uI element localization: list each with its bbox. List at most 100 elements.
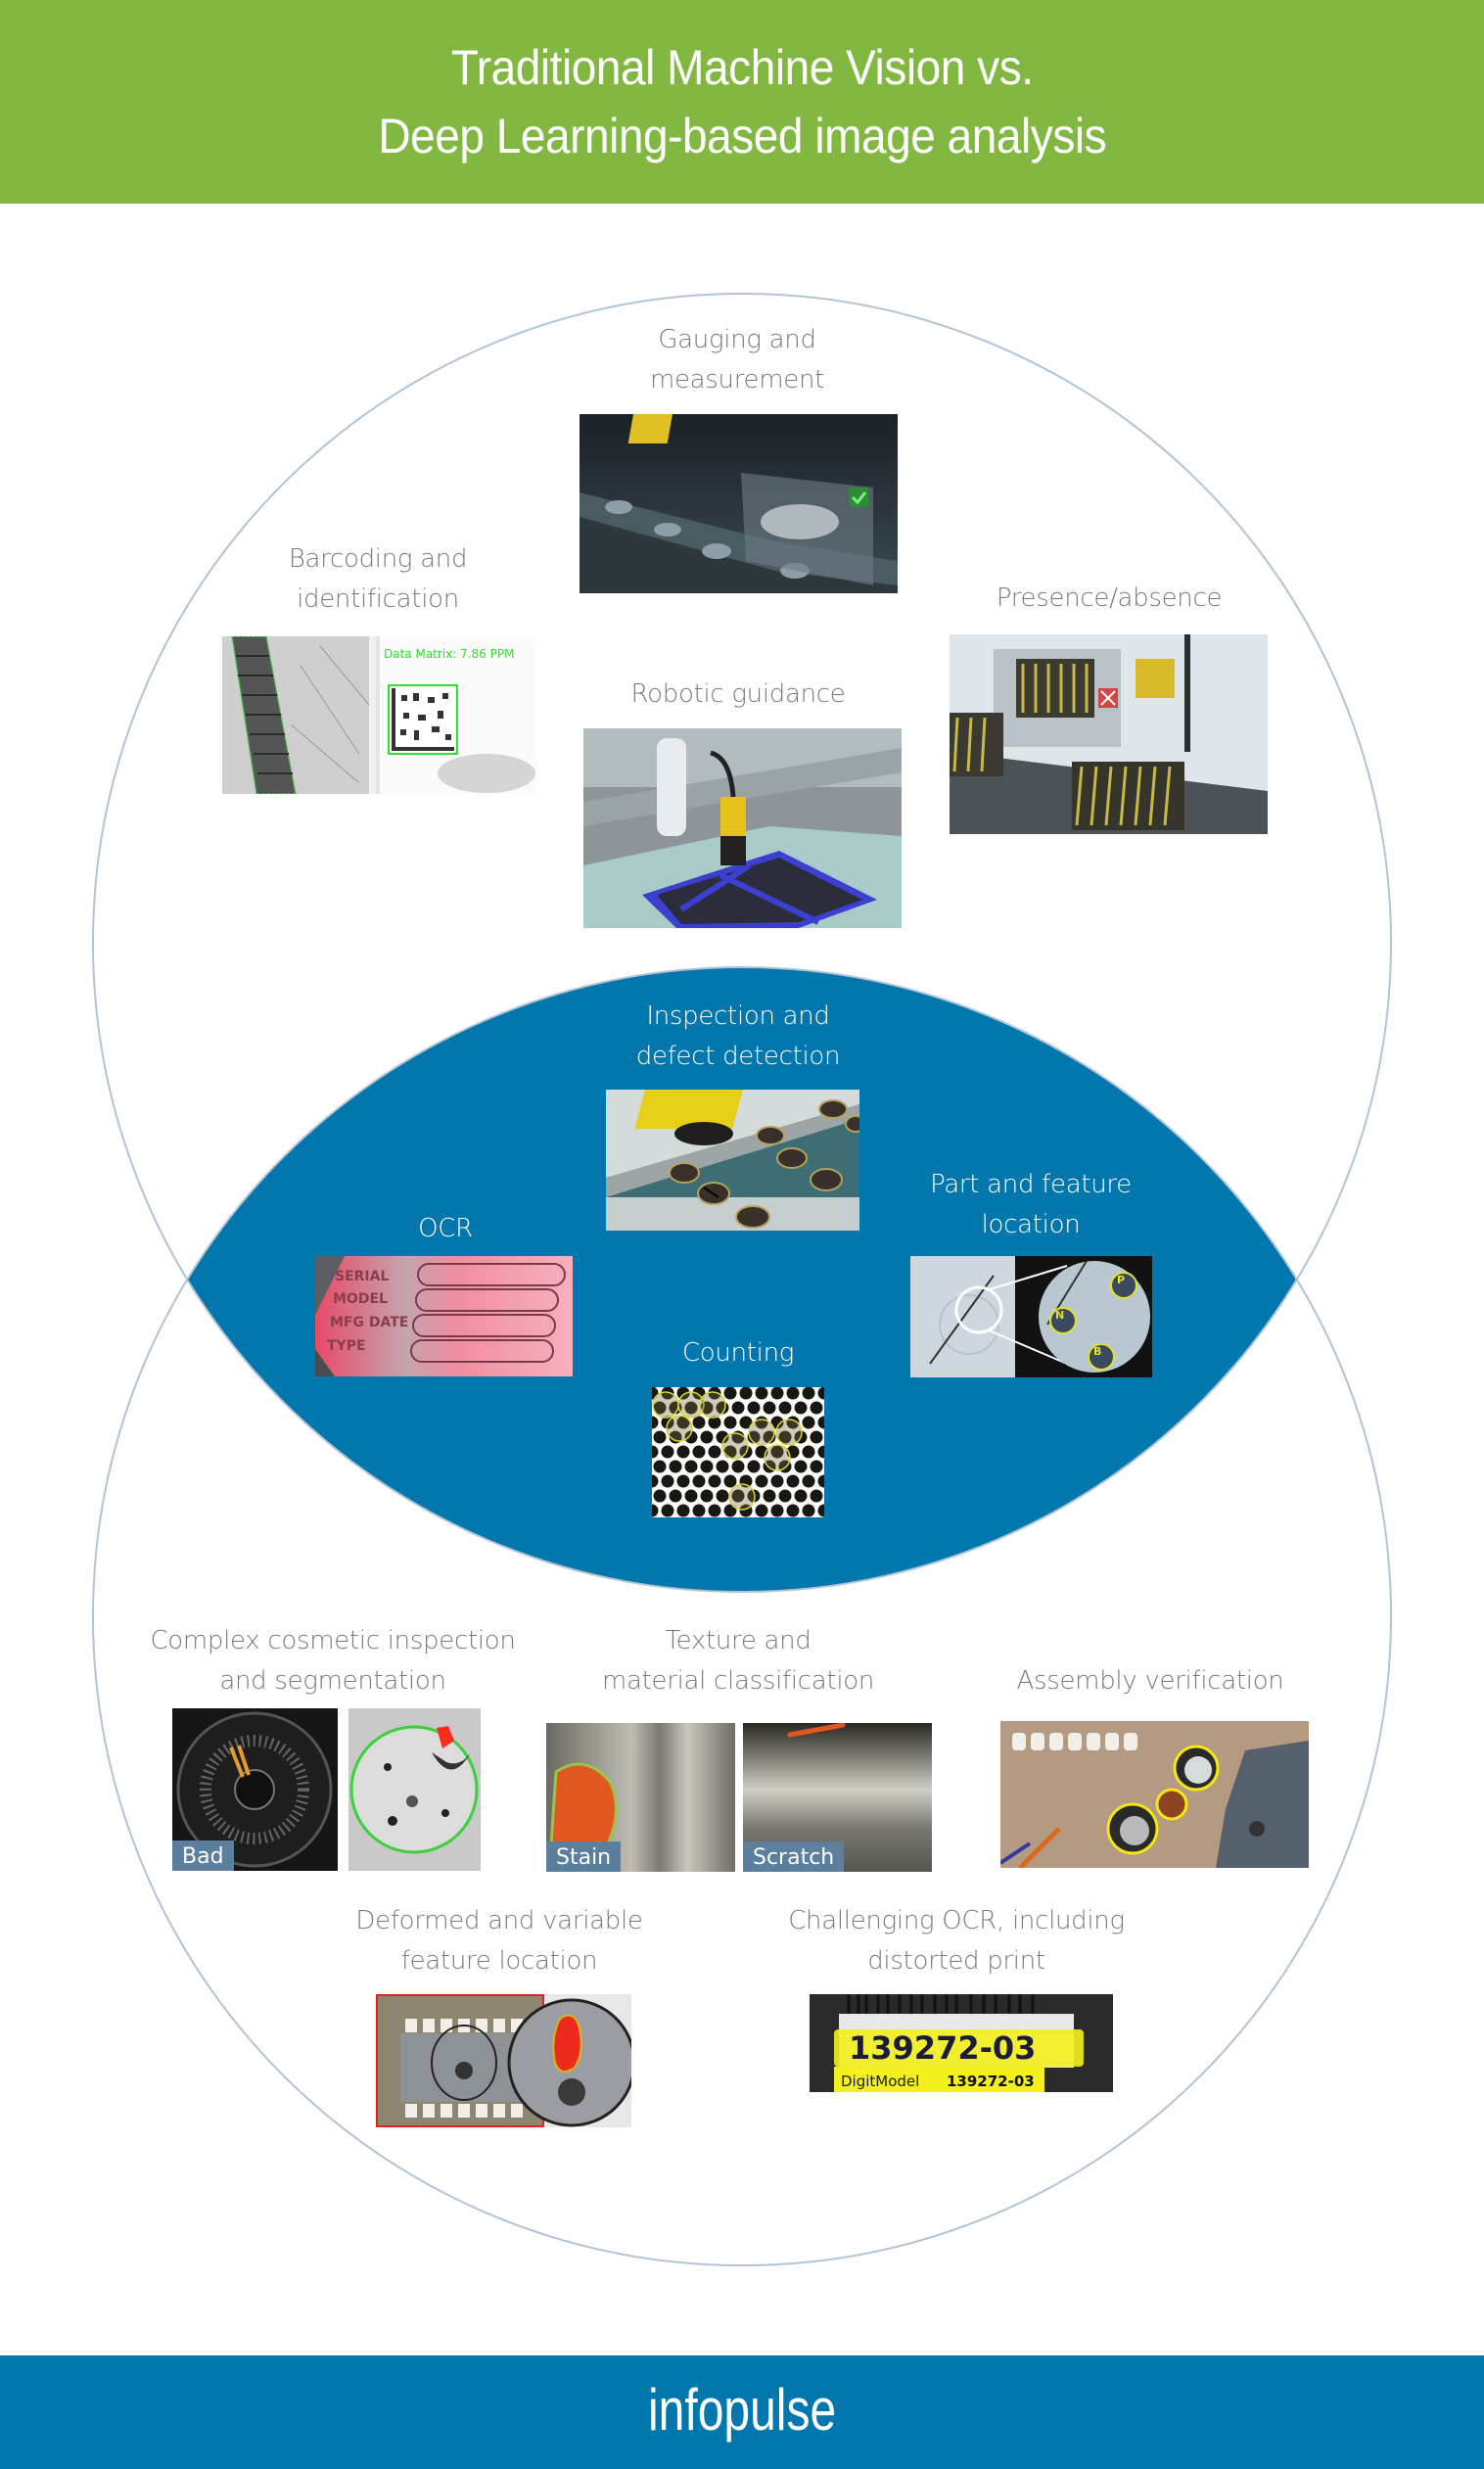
tag-bad: Bad bbox=[172, 1840, 234, 1871]
marker-b: B bbox=[1093, 1345, 1101, 1358]
footer-banner: infopulse bbox=[0, 2355, 1484, 2469]
tag-stain: Stain bbox=[546, 1841, 622, 1872]
pattern-hole bbox=[708, 1504, 721, 1517]
pattern-hole bbox=[716, 1489, 729, 1503]
image-cosmetic-bad: Bad bbox=[172, 1708, 338, 1871]
pattern-hole bbox=[723, 1416, 737, 1429]
pattern-hole bbox=[763, 1489, 776, 1503]
count-marker bbox=[728, 1483, 756, 1511]
ocr-result-value: 139272-03 bbox=[947, 2073, 1035, 2090]
pattern-hole bbox=[786, 1474, 800, 1488]
pattern-hole bbox=[802, 1445, 815, 1459]
count-marker bbox=[764, 1444, 791, 1471]
pattern-hole bbox=[817, 1445, 824, 1459]
pattern-hole bbox=[700, 1430, 714, 1444]
pattern-hole bbox=[817, 1504, 824, 1517]
pattern-hole bbox=[794, 1401, 808, 1415]
pattern-hole bbox=[692, 1474, 706, 1488]
pattern-hole bbox=[794, 1460, 808, 1473]
pattern-hole bbox=[661, 1504, 674, 1517]
pattern-hole bbox=[723, 1387, 737, 1400]
pattern-hole bbox=[653, 1460, 667, 1473]
pattern-hole bbox=[708, 1474, 721, 1488]
label-barcoding: Barcoding and identification bbox=[288, 544, 468, 614]
pattern-hole bbox=[786, 1504, 800, 1517]
marker-n: N bbox=[1055, 1309, 1064, 1322]
pattern-hole bbox=[684, 1489, 698, 1503]
svg-text:MFG DATE: MFG DATE bbox=[330, 1315, 408, 1330]
image-inspection bbox=[606, 1090, 859, 1231]
pattern-hole bbox=[770, 1387, 784, 1400]
pattern-hole bbox=[700, 1489, 714, 1503]
image-deformed bbox=[376, 1994, 631, 2127]
label-assembly: Assembly verification bbox=[1016, 1666, 1284, 1696]
pattern-hole bbox=[802, 1416, 815, 1429]
label-ocr: OCR bbox=[418, 1214, 473, 1243]
pattern-hole bbox=[652, 1474, 659, 1488]
pattern-hole bbox=[794, 1489, 808, 1503]
image-presence bbox=[950, 634, 1268, 834]
pattern-hole bbox=[669, 1489, 682, 1503]
image-ocr: SERIAL MODEL MFG DATE TYPE bbox=[315, 1256, 573, 1376]
image-assembly bbox=[1000, 1721, 1309, 1868]
pattern-hole bbox=[802, 1387, 815, 1400]
pattern-hole bbox=[802, 1474, 815, 1488]
image-challenging-ocr: 139272-03 DigitModel 139272-03 bbox=[810, 1994, 1113, 2092]
pattern-hole bbox=[731, 1401, 745, 1415]
pattern-hole bbox=[652, 1445, 659, 1459]
label-gauging: Gauging and measurement bbox=[649, 325, 825, 395]
image-barcoding: Data Matrix: 7.86 PPM bbox=[222, 636, 536, 794]
pattern-hole bbox=[692, 1445, 706, 1459]
pattern-hole bbox=[684, 1460, 698, 1473]
pattern-hole bbox=[810, 1489, 823, 1503]
image-part-location: P N B bbox=[910, 1256, 1152, 1377]
pattern-hole bbox=[817, 1474, 824, 1488]
pattern-hole bbox=[652, 1504, 659, 1517]
image-texture-scratch: Scratch bbox=[743, 1723, 932, 1872]
image-cosmetic-segmentation bbox=[348, 1708, 481, 1871]
label-cosmetic: Complex cosmetic inspection and segmentat… bbox=[150, 1626, 516, 1696]
count-marker bbox=[652, 1391, 679, 1419]
pattern-hole bbox=[652, 1416, 659, 1429]
pattern-hole bbox=[778, 1401, 792, 1415]
pattern-hole bbox=[810, 1460, 823, 1473]
label-texture: Texture and material classification bbox=[601, 1626, 875, 1696]
pattern-hole bbox=[661, 1445, 674, 1459]
pattern-hole bbox=[810, 1401, 823, 1415]
tag-scratch: Scratch bbox=[743, 1841, 845, 1872]
pattern-hole bbox=[802, 1504, 815, 1517]
pattern-hole bbox=[817, 1416, 824, 1429]
pattern-hole bbox=[810, 1430, 823, 1444]
label-challenging-ocr: Challenging OCR, including distorted prin… bbox=[788, 1906, 1125, 1976]
pattern-hole bbox=[676, 1504, 690, 1517]
pattern-hole bbox=[708, 1445, 721, 1459]
pattern-hole bbox=[676, 1474, 690, 1488]
count-marker bbox=[666, 1415, 693, 1442]
ocr-distorted-text: 139272-03 bbox=[849, 2029, 1036, 2067]
label-deformed: Deformed and variable feature location bbox=[355, 1906, 643, 1976]
pattern-hole bbox=[669, 1460, 682, 1473]
pattern-hole bbox=[763, 1401, 776, 1415]
barcode-overlay-text: Data Matrix: 7.86 PPM bbox=[384, 647, 514, 661]
marker-p: P bbox=[1117, 1274, 1125, 1286]
svg-text:MODEL: MODEL bbox=[333, 1291, 388, 1307]
infopulse-logo[interactable]: infopulse bbox=[648, 2376, 836, 2444]
pattern-hole bbox=[692, 1504, 706, 1517]
pattern-hole bbox=[661, 1474, 674, 1488]
svg-text:TYPE: TYPE bbox=[327, 1338, 366, 1354]
pattern-hole bbox=[817, 1387, 824, 1400]
count-marker bbox=[721, 1432, 749, 1460]
pattern-hole bbox=[747, 1401, 761, 1415]
pattern-hole bbox=[676, 1445, 690, 1459]
label-presence: Presence/absence bbox=[996, 583, 1223, 613]
pattern-hole bbox=[755, 1474, 768, 1488]
count-marker bbox=[775, 1419, 803, 1446]
pattern-hole bbox=[755, 1387, 768, 1400]
svg-text:SERIAL: SERIAL bbox=[335, 1269, 389, 1284]
image-counting bbox=[652, 1387, 824, 1517]
pattern-hole bbox=[739, 1387, 753, 1400]
pattern-hole bbox=[747, 1460, 761, 1473]
pattern-hole bbox=[731, 1460, 745, 1473]
pattern-hole bbox=[692, 1416, 706, 1429]
image-robotic bbox=[583, 728, 902, 928]
